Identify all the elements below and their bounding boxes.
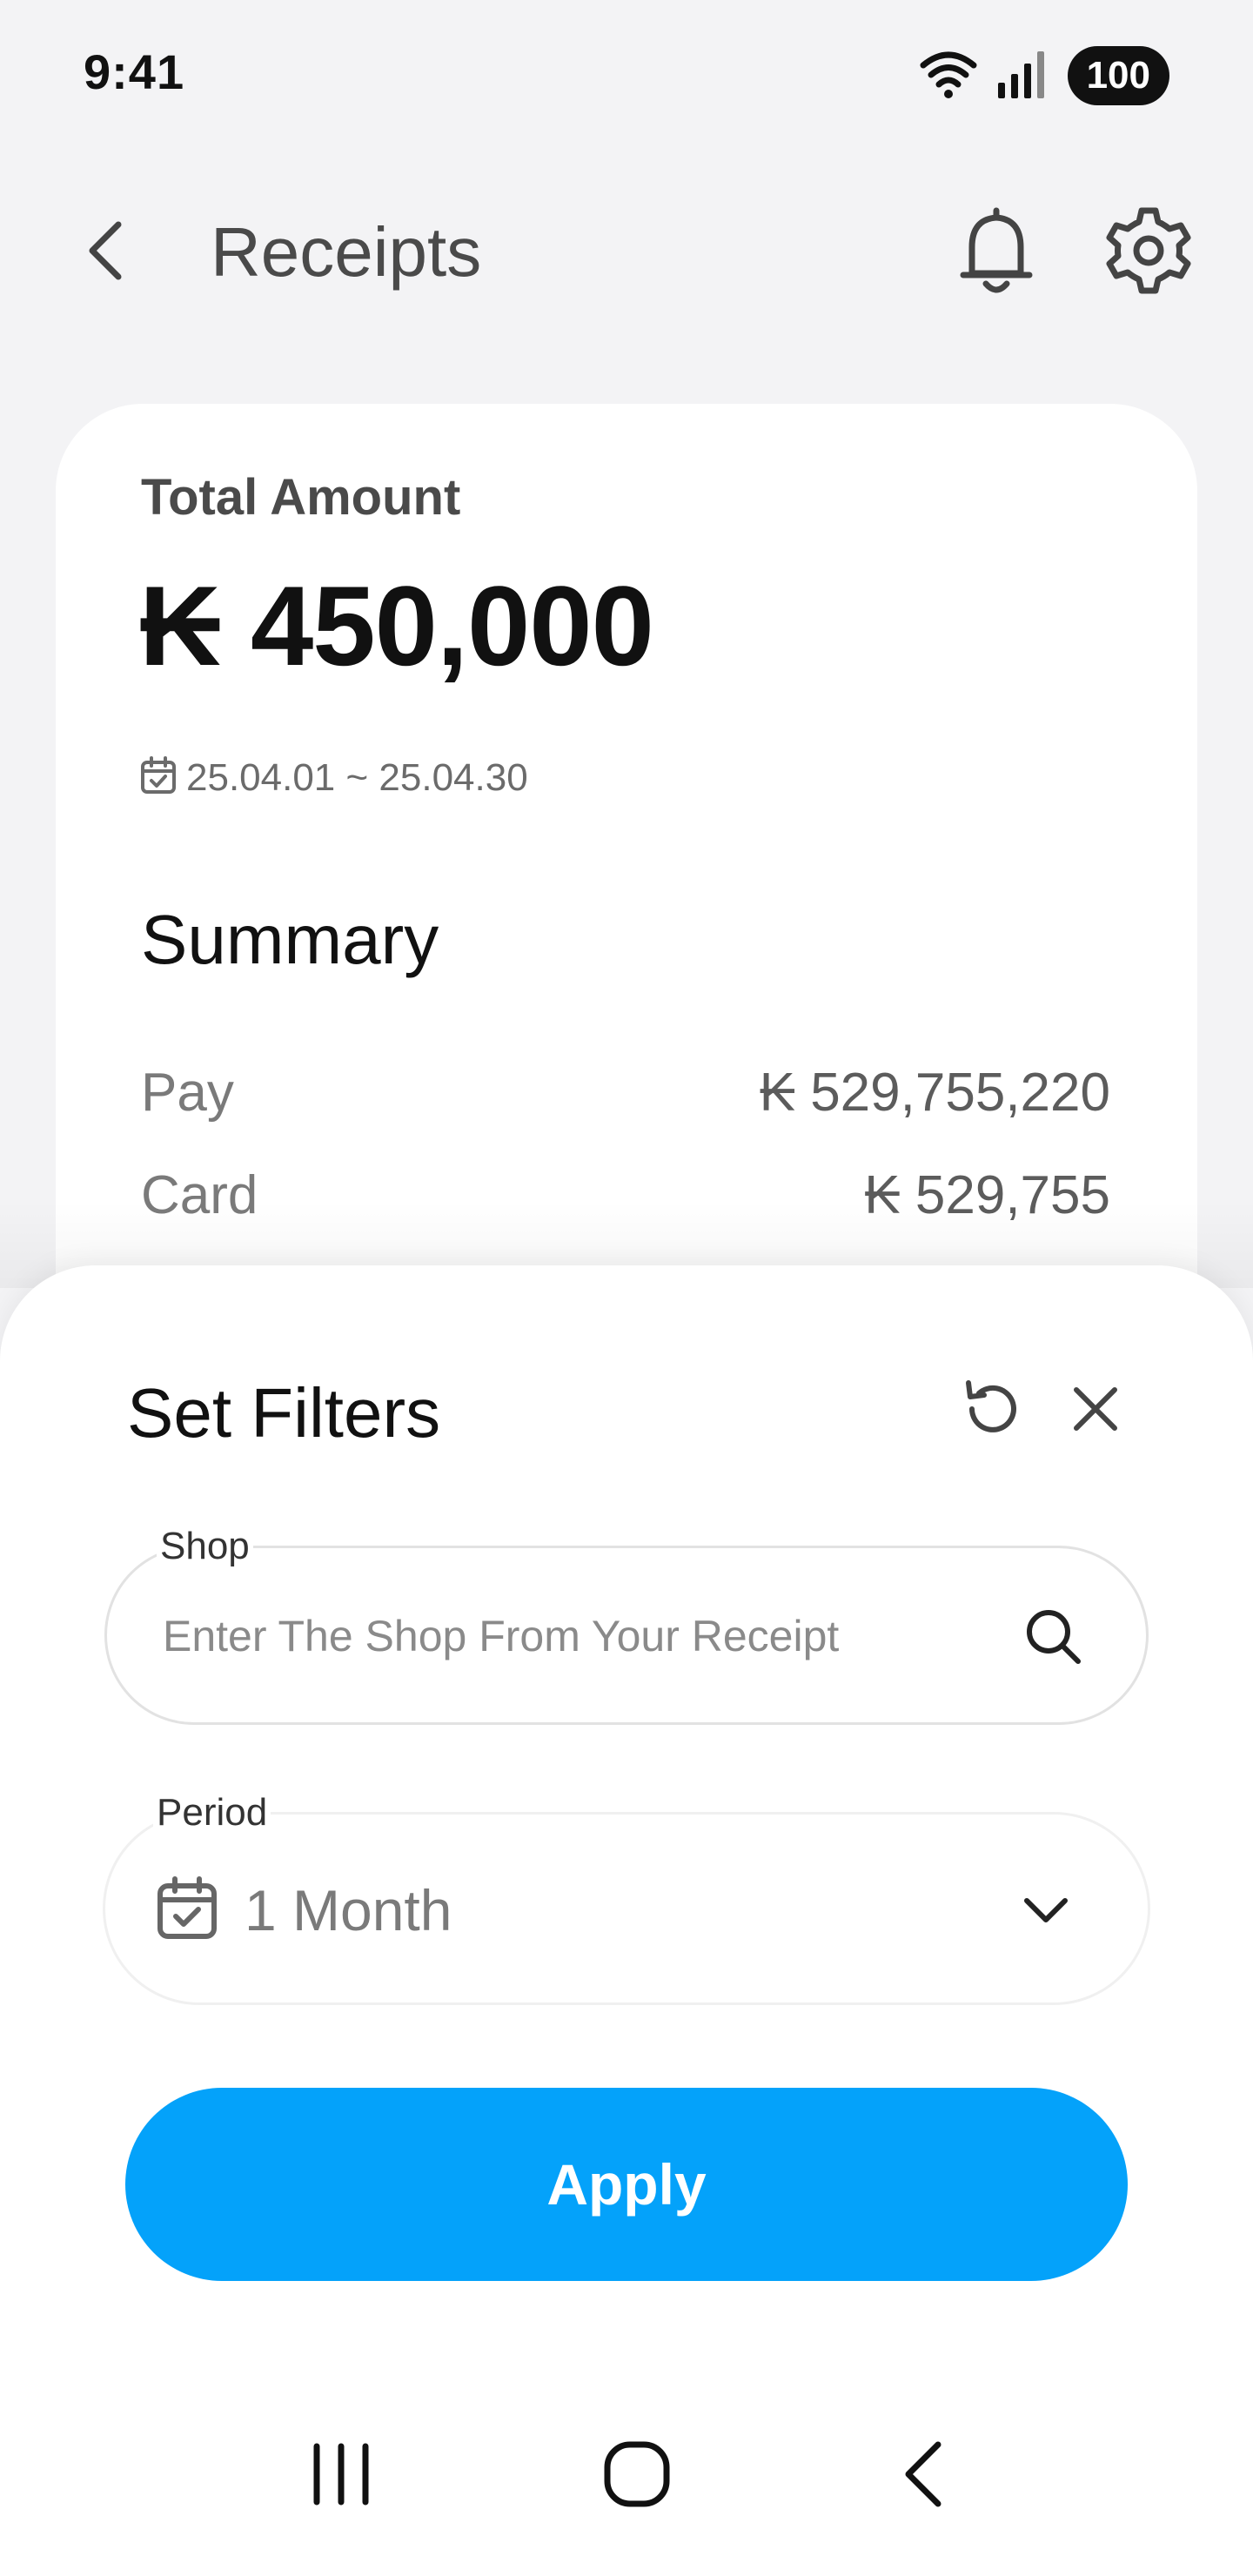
app-bar: Receipts bbox=[0, 174, 1253, 331]
chevron-left-icon bbox=[85, 219, 124, 286]
period-dropdown-toggle[interactable] bbox=[1007, 1872, 1085, 1950]
settings-button[interactable] bbox=[1096, 200, 1201, 305]
summary-row-pay: Pay ₭ 529,755,220 bbox=[141, 1062, 1110, 1124]
total-amount-label: Total Amount bbox=[141, 469, 461, 526]
search-button[interactable] bbox=[1014, 1599, 1092, 1677]
date-range-text: 25.04.01 ~ 25.04.30 bbox=[186, 755, 528, 799]
home-button[interactable] bbox=[567, 2411, 707, 2541]
gear-icon bbox=[1103, 205, 1194, 300]
status-icons: 100 bbox=[920, 45, 1169, 106]
shop-search-input[interactable]: Enter The Shop From Your Receipt bbox=[163, 1611, 839, 1661]
page-title: Receipts bbox=[211, 213, 482, 291]
signal-icon bbox=[996, 48, 1049, 104]
chevron-down-icon bbox=[1022, 1894, 1070, 1929]
notifications-button[interactable] bbox=[948, 200, 1044, 305]
summary-row-label: Pay bbox=[141, 1063, 234, 1123]
filters-bottom-sheet: Set Filters Enter The Shop From Your Rec… bbox=[0, 1265, 1253, 2576]
calendar-icon bbox=[156, 1875, 225, 1945]
status-bar: 9:41 100 bbox=[0, 0, 1253, 148]
reset-icon bbox=[960, 1376, 1026, 1446]
search-icon bbox=[1022, 1606, 1083, 1671]
total-amount-value: ₭ 450,000 bbox=[139, 562, 654, 689]
summary-row-value: ₭ 529,755,220 bbox=[759, 1063, 1110, 1123]
status-time: 9:41 bbox=[84, 44, 185, 99]
summary-title: Summary bbox=[141, 901, 439, 978]
recent-apps-icon bbox=[306, 2439, 376, 2513]
period-field-label: Period bbox=[153, 1791, 271, 1835]
home-icon bbox=[602, 2439, 672, 2513]
bell-icon bbox=[956, 205, 1036, 300]
back-icon bbox=[896, 2439, 948, 2513]
back-button[interactable] bbox=[70, 211, 139, 294]
close-sheet-button[interactable] bbox=[1056, 1372, 1135, 1450]
reset-filters-button[interactable] bbox=[954, 1372, 1032, 1450]
sheet-title: Set Filters bbox=[127, 1374, 441, 1452]
calendar-check-icon bbox=[139, 755, 178, 800]
wifi-icon bbox=[920, 48, 977, 104]
system-nav-bar bbox=[0, 2411, 1253, 2541]
shop-search-field[interactable]: Enter The Shop From Your Receipt bbox=[104, 1546, 1149, 1725]
apply-button[interactable]: Apply bbox=[125, 2088, 1128, 2281]
period-select[interactable]: 1 Month bbox=[103, 1812, 1150, 2005]
screen: 9:41 100 Receipts Total Amount ₭ 450,000… bbox=[0, 0, 1253, 2576]
recent-apps-button[interactable] bbox=[271, 2411, 411, 2541]
system-back-button[interactable] bbox=[853, 2411, 992, 2541]
period-selected-value: 1 Month bbox=[245, 1878, 452, 1942]
shop-field-label: Shop bbox=[157, 1525, 253, 1568]
battery-indicator: 100 bbox=[1067, 46, 1169, 105]
close-icon bbox=[1071, 1385, 1120, 1438]
date-range: 25.04.01 ~ 25.04.30 bbox=[139, 755, 528, 800]
